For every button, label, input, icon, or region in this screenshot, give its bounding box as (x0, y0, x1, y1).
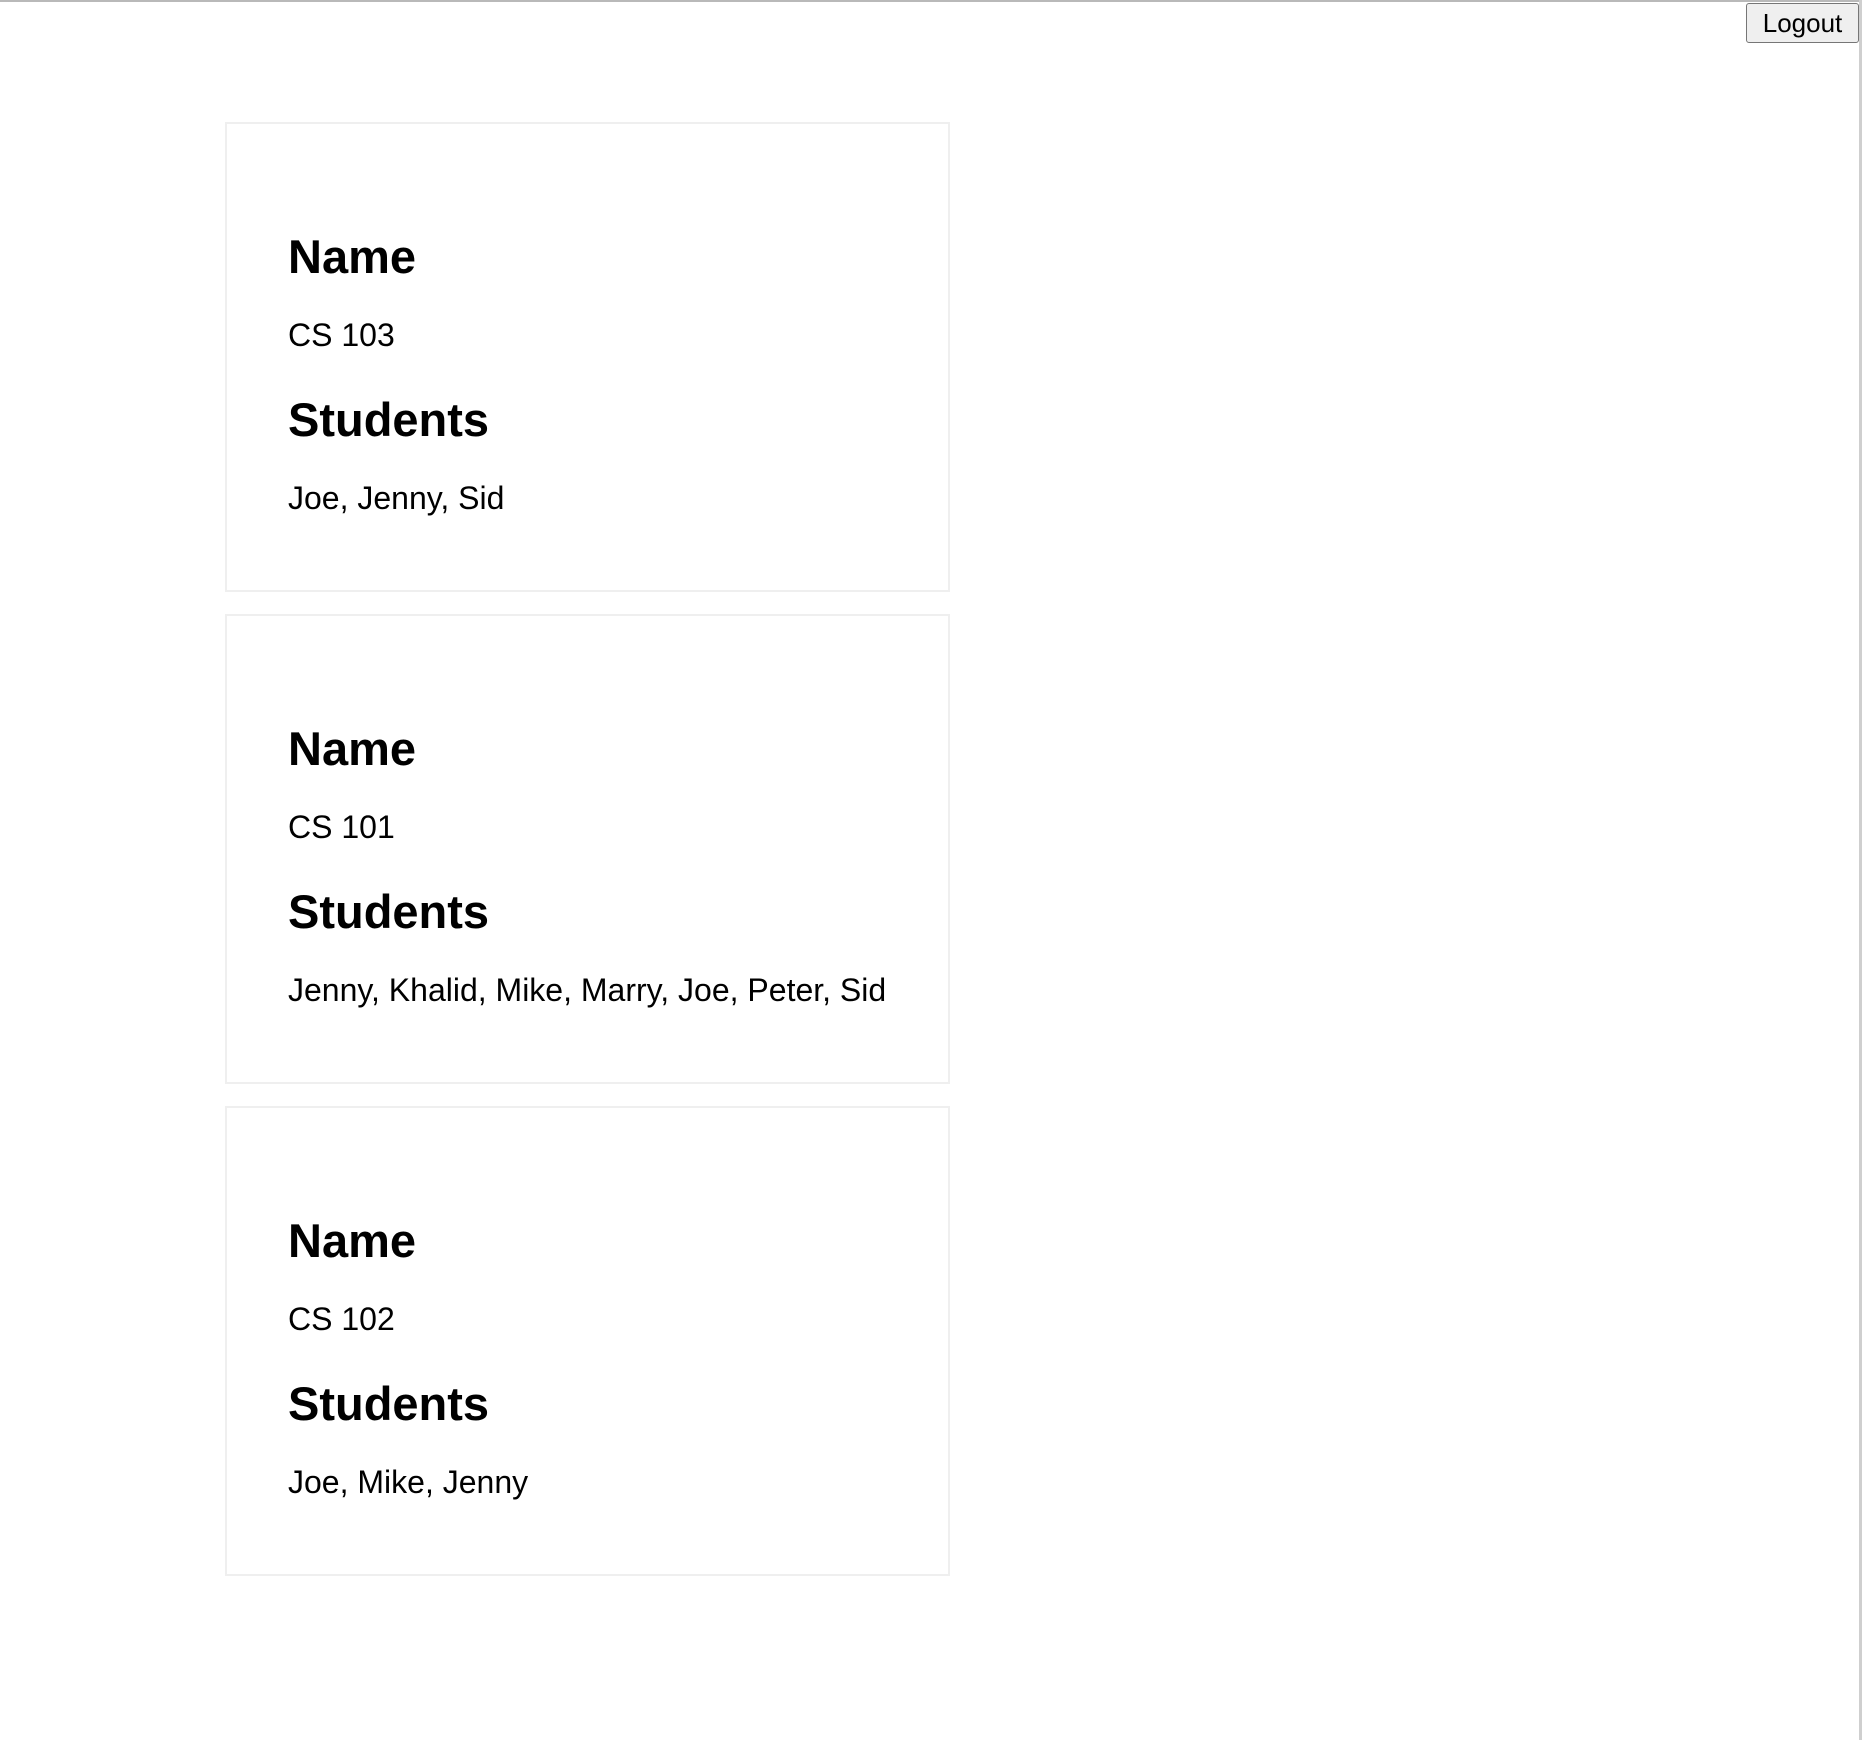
course-card: Name CS 103 Students Joe, Jenny, Sid (225, 122, 950, 592)
course-name: CS 102 (288, 1301, 395, 1337)
course-card: Name CS 102 Students Joe, Mike, Jenny (225, 1106, 950, 1576)
course-card: Name CS 101 Students Jenny, Khalid, Mike… (225, 614, 950, 1084)
name-heading: Name (288, 722, 417, 775)
students-heading: Students (288, 885, 490, 938)
student-list: Joe, Jenny, Sid (288, 480, 505, 516)
name-heading: Name (288, 1214, 417, 1267)
course-name: CS 103 (288, 317, 395, 353)
students-heading: Students (288, 393, 490, 446)
top-divider (0, 0, 1862, 2)
name-heading: Name (288, 230, 417, 283)
student-list: Jenny, Khalid, Mike, Marry, Joe, Peter, … (288, 972, 887, 1008)
course-list: Name CS 103 Students Joe, Jenny, Sid Nam… (225, 122, 950, 1598)
course-name: CS 101 (288, 809, 395, 845)
logout-button[interactable]: Logout (1746, 3, 1859, 43)
student-list: Joe, Mike, Jenny (288, 1464, 529, 1500)
students-heading: Students (288, 1377, 490, 1430)
